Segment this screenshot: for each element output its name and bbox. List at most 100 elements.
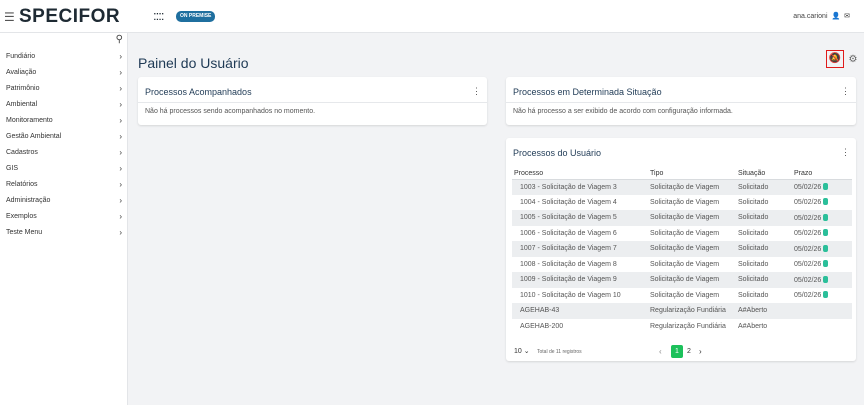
kebab-icon[interactable]: ⋮ [841,86,850,97]
top-bar: ☰ SPECIFOR :::: ON PREMISE ana.carioni 👤… [0,0,864,33]
table-row[interactable]: AGEHAB-200 Regularização Fundiária A#Abe… [512,319,852,335]
table-row[interactable]: 1003 - Solicitação de Viagem 3 Solicitaç… [512,179,852,195]
prazo-value: 05/02/26 [794,184,822,191]
table-row[interactable]: 1004 - Solicitação de Viagem 4 Solicitaç… [512,195,852,211]
cell-processo[interactable]: 1004 - Solicitação de Viagem 4 [512,195,648,211]
table-row[interactable]: 1007 - Solicitação de Viagem 7 Solicitaç… [512,241,852,257]
cell-prazo: 05/02/26 [792,226,852,242]
cell-situacao: Solicitado [738,229,769,237]
sidebar-item-label: Ambiental [6,101,38,108]
kebab-icon[interactable]: ⋮ [472,86,481,97]
cell-tipo: Regularização Fundiária [650,322,726,330]
prazo-value: 05/02/26 [794,214,822,222]
sidebar-item-label: Gestão Ambiental [6,133,62,140]
cell-processo[interactable]: 1003 - Solicitação de Viagem 3 [512,179,648,195]
deadline-dot-icon [823,275,829,283]
deadline-dot-icon [823,198,829,206]
environment-badge: ON PREMISE [176,11,216,22]
search-icon[interactable]: ⚲ [116,34,123,45]
bell-off-icon[interactable]: 🔕 [826,50,844,68]
sidebar-item-avaliacao[interactable]: Avaliação › [0,65,128,81]
cell-prazo: 05/02/26 [792,288,852,304]
app-logo[interactable]: SPECIFOR [19,6,120,28]
sidebar-item-monitoramento[interactable]: Monitoramento › [0,113,128,129]
sidebar-item-fundiario[interactable]: Fundiário › [0,49,128,65]
deadline-dot-icon [823,213,829,221]
table-row[interactable]: 1010 - Solicitação de Viagem 10 Solicita… [512,288,852,304]
chevron-right-icon: › [119,212,122,221]
table-row[interactable]: 1008 - Solicitação de Viagem 8 Solicitaç… [512,257,852,273]
cell-prazo: 05/02/26 [792,195,852,211]
user-menu[interactable]: ana.carioni 👤 ✉ [793,12,850,20]
chevron-right-icon: › [119,148,122,157]
card-title: Processos em Determinada Situação [513,87,662,97]
cell-processo[interactable]: 1005 - Solicitação de Viagem 5 [512,210,648,226]
column-header-situacao[interactable]: Situação [736,169,792,180]
prev-page-icon[interactable]: ‹ [659,345,662,359]
user-icon[interactable]: 👤 [831,13,840,20]
sidebar-menu: Fundiário › Avaliação › Patrimônio › Ambien… [0,49,128,241]
cell-tipo: Solicitação de Viagem [648,210,736,226]
kebab-icon[interactable]: ⋮ [841,147,850,158]
chevron-right-icon: › [119,228,122,237]
sidebar-item-relatorios[interactable]: Relatórios › [0,177,128,193]
sidebar-item-label: GIS [6,165,19,172]
cell-processo[interactable]: 1006 - Solicitação de Viagem 6 [512,226,648,242]
cell-situacao: Solicitado [736,210,792,226]
page-size-select[interactable]: 10 ⌄ [514,345,530,359]
column-header-prazo[interactable]: Prazo [792,169,852,180]
total-records: Total de 11 registros [537,349,582,355]
card-processos-situacao: Processos em Determinada Situação ⋮ Não … [506,77,856,125]
cell-situacao: Solicitado [736,272,792,288]
cell-prazo [792,303,852,319]
sidebar-item-administracao[interactable]: Administração › [0,193,128,209]
cell-tipo: Solicitação de Viagem [650,291,720,299]
chevron-right-icon: › [119,116,122,125]
prazo-value: 05/02/26 [794,276,822,284]
cell-prazo: 05/02/26 [792,257,852,273]
table-row[interactable]: 1005 - Solicitação de Viagem 5 Solicitaç… [512,210,852,226]
deadline-dot-icon [823,260,829,268]
cell-processo[interactable]: AGEHAB-43 [512,303,648,319]
table-row[interactable]: 1006 - Solicitação de Viagem 6 Solicitaç… [512,226,852,242]
mail-icon[interactable]: ✉ [844,13,850,20]
sidebar-item-ambiental[interactable]: Ambiental › [0,97,128,113]
cell-processo[interactable]: 1010 - Solicitação de Viagem 10 [512,288,648,304]
chevron-right-icon: › [119,196,122,205]
sidebar-item-label: Teste Menu [6,229,43,236]
menu-icon[interactable]: ☰ [4,10,15,24]
sidebar-item-label: Cadastros [6,149,38,156]
table-row[interactable]: 1009 - Solicitação de Viagem 9 Solicitaç… [512,272,852,288]
chevron-right-icon: › [119,132,122,141]
cell-processo[interactable]: 1007 - Solicitação de Viagem 7 [512,241,648,257]
sidebar-item-teste-menu[interactable]: Teste Menu › [0,225,128,241]
sidebar-item-patrimonio[interactable]: Patrimônio › [0,81,128,97]
table-row[interactable]: AGEHAB-43 Regularização Fundiária A#Aber… [512,303,852,319]
chevron-right-icon: › [119,68,122,77]
chevron-right-icon: › [119,180,122,189]
cell-situacao: A#Aberto [736,303,792,319]
cell-situacao: Solicitado [736,241,792,257]
cell-processo[interactable]: AGEHAB-200 [512,319,648,335]
sidebar-item-exemplos[interactable]: Exemplos › [0,209,128,225]
sidebar-item-cadastros[interactable]: Cadastros › [0,145,128,161]
cell-prazo: 05/02/26 [792,241,852,257]
sidebar-item-gis[interactable]: GIS › [0,161,128,177]
next-page-icon[interactable]: › [699,345,702,359]
logo-mark: :::: [153,8,164,23]
sidebar-item-gestao-ambiental[interactable]: Gestão Ambiental › [0,129,128,145]
cell-processo[interactable]: 1009 - Solicitação de Viagem 9 [512,272,648,288]
prazo-value: 05/02/26 [794,199,822,207]
sidebar-item-label: Relatórios [6,181,38,188]
column-header-tipo[interactable]: Tipo [648,169,736,180]
chevron-right-icon: › [119,84,122,93]
column-header-processo[interactable]: Processo [512,169,648,180]
filter-settings-icon[interactable]: ⚙ [845,52,861,68]
sidebar-item-label: Monitoramento [6,117,53,124]
sidebar-item-label: Administração [6,197,51,204]
prazo-value: 05/02/26 [794,292,822,300]
page-button-1[interactable]: 1 [671,345,683,358]
page-button-2[interactable]: 2 [687,345,691,359]
chevron-right-icon: › [119,100,122,109]
cell-processo[interactable]: 1008 - Solicitação de Viagem 8 [512,257,648,273]
